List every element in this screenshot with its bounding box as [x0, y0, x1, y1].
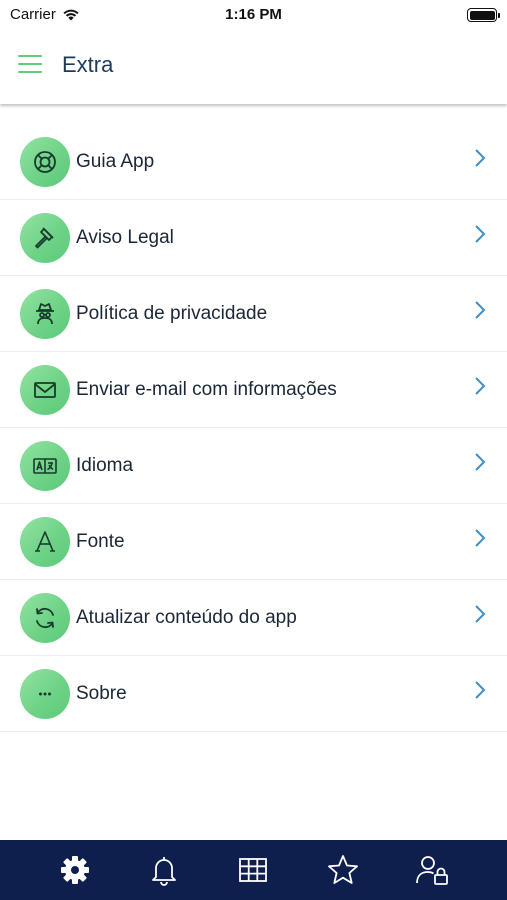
bell-icon — [152, 857, 176, 886]
gear-icon — [60, 856, 89, 884]
menu-item-sobre[interactable]: Sobre — [0, 656, 507, 732]
menu-item-label: Guia App — [76, 151, 155, 172]
menu-item-label: Atualizar conteúdo do app — [76, 607, 297, 628]
status-bar: Carrier 1:16 PM — [0, 0, 507, 30]
chevron-right-icon — [475, 377, 486, 395]
menu-item-politica-privacidade[interactable]: Política de privacidade — [0, 276, 507, 352]
spy-icon — [20, 289, 70, 339]
menu-item-enviar-email[interactable]: Enviar e-mail com informações — [0, 352, 507, 428]
menu-item-atualizar-conteudo[interactable]: Atualizar conteúdo do app — [0, 580, 507, 656]
menu-item-label: Fonte — [76, 531, 125, 552]
menu-item-label: Idioma — [76, 455, 134, 476]
chevron-right-icon — [475, 453, 486, 471]
chevron-right-icon — [475, 681, 486, 699]
clock: 1:16 PM — [225, 6, 282, 23]
tab-grid[interactable] — [233, 850, 273, 890]
app-header: Extra — [0, 30, 507, 104]
battery-icon — [467, 8, 500, 22]
star-icon — [327, 855, 358, 884]
chevron-right-icon — [475, 225, 486, 243]
tab-account[interactable] — [412, 850, 452, 890]
font-icon — [20, 517, 70, 567]
tab-favorites[interactable] — [323, 850, 363, 890]
user-lock-icon — [416, 856, 449, 885]
lifebuoy-icon — [20, 137, 70, 187]
bottom-tab-bar — [0, 840, 507, 900]
more-icon — [20, 669, 70, 719]
hamburger-menu-button[interactable] — [18, 55, 42, 75]
menu-item-label: Aviso Legal — [76, 227, 174, 248]
grid-icon — [239, 858, 268, 882]
extra-menu-list: Guia App Aviso Legal Política de privaci… — [0, 124, 507, 732]
menu-item-guia-app[interactable]: Guia App — [0, 124, 507, 200]
chevron-right-icon — [475, 605, 486, 623]
menu-item-idioma[interactable]: Idioma — [0, 428, 507, 504]
menu-item-aviso-legal[interactable]: Aviso Legal — [0, 200, 507, 276]
menu-item-label: Sobre — [76, 683, 127, 704]
menu-item-label: Enviar e-mail com informações — [76, 379, 337, 400]
gavel-icon — [20, 213, 70, 263]
page-title: Extra — [62, 52, 114, 77]
menu-item-fonte[interactable]: Fonte — [0, 504, 507, 580]
chevron-right-icon — [475, 149, 486, 167]
menu-item-label: Política de privacidade — [76, 303, 268, 324]
refresh-icon — [20, 593, 70, 643]
language-icon — [20, 441, 70, 491]
mail-icon — [20, 365, 70, 415]
tab-notifications[interactable] — [144, 850, 184, 890]
chevron-right-icon — [475, 529, 486, 547]
tab-settings[interactable] — [55, 850, 95, 890]
chevron-right-icon — [475, 301, 486, 319]
